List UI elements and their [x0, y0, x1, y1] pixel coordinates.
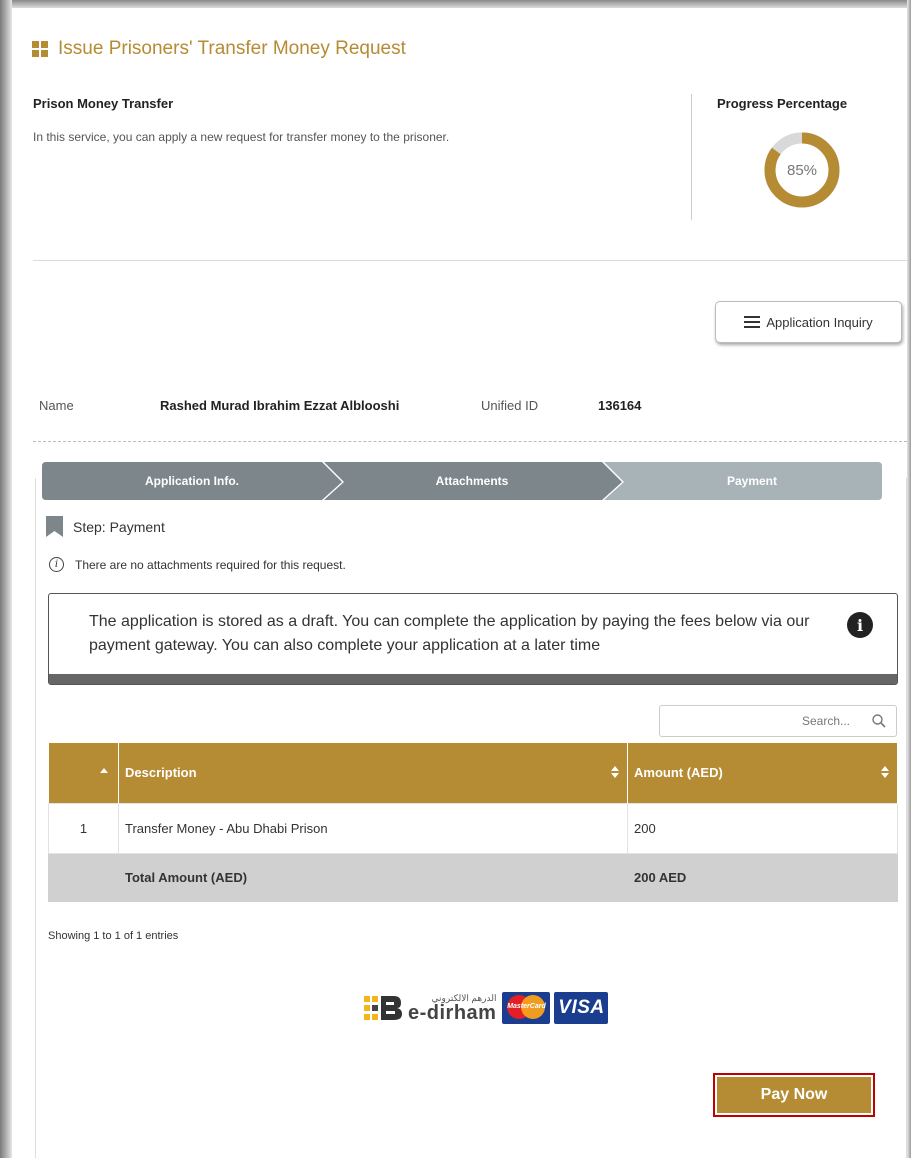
total-spacer — [48, 852, 119, 902]
table-row: 1 Transfer Money - Abu Dhabi Prison 200 — [48, 802, 898, 854]
column-header-description[interactable]: Description — [118, 743, 628, 803]
sort-icon — [611, 766, 619, 778]
application-inquiry-button[interactable]: Application Inquiry — [715, 301, 902, 343]
search-icon[interactable] — [872, 714, 886, 728]
payment-methods: الدرهم الالكتروني e-dirham MasterCard VI… — [364, 992, 609, 1024]
column-header-amount-label: Amount (AED) — [634, 765, 723, 781]
step-label-payment: Payment — [726, 474, 778, 488]
service-name: Prison Money Transfer — [33, 96, 174, 111]
row-index: 1 — [48, 802, 119, 854]
draft-notice-box: The application is stored as a draft. Yo… — [48, 593, 898, 685]
unified-id-label: Unified ID — [481, 398, 539, 413]
total-row: Total Amount (AED) 200 AED — [48, 852, 898, 902]
column-header-amount[interactable]: Amount (AED) — [627, 743, 898, 803]
sort-asc-icon — [100, 768, 108, 773]
window-frame-right — [907, 0, 911, 1158]
progress-divider — [691, 94, 692, 220]
table-info: Showing 1 to 1 of 1 entries — [48, 930, 179, 942]
window-frame-top — [0, 0, 911, 8]
edirham-logo-icon — [364, 996, 402, 1020]
pay-now-highlight: Pay Now — [713, 1073, 875, 1117]
total-value: 200 AED — [627, 852, 898, 902]
info-outline-icon: i — [49, 557, 64, 572]
name-label: Name — [39, 398, 74, 413]
list-icon — [744, 316, 761, 328]
column-header-description-label: Description — [125, 765, 197, 781]
step-title-text: Step: Payment — [73, 518, 165, 535]
table-search — [659, 705, 897, 737]
page-header: Issue Prisoners' Transfer Money Request — [32, 38, 406, 60]
step-label-attachments: Attachments — [435, 474, 509, 488]
progress-label: Progress Percentage — [717, 96, 848, 111]
table-header-row: Description Amount (AED) — [48, 743, 898, 803]
service-description: In this service, you can apply a new req… — [33, 130, 450, 144]
name-value: Rashed Murad Ibrahim Ezzat Alblooshi — [160, 398, 400, 413]
search-input[interactable] — [660, 706, 860, 736]
draft-notice-text: The application is stored as a draft. Yo… — [89, 613, 810, 654]
divider — [33, 260, 907, 261]
page-title: Issue Prisoners' Transfer Money Request — [58, 38, 406, 59]
attachments-notice: i There are no attachments required for … — [49, 557, 346, 572]
attachments-notice-text: There are no attachments required for th… — [75, 557, 346, 572]
progress-value: 85% — [786, 161, 818, 179]
total-label: Total Amount (AED) — [118, 852, 628, 902]
mastercard-icon: MasterCard — [502, 992, 551, 1024]
current-step-title: Step: Payment — [46, 516, 165, 537]
row-amount: 200 — [627, 802, 898, 854]
pay-now-button[interactable]: Pay Now — [717, 1077, 871, 1113]
edirham-english-text: e-dirham — [408, 1001, 497, 1024]
column-header-index[interactable] — [48, 743, 119, 803]
grid-icon — [32, 41, 48, 57]
window-frame-left — [0, 0, 12, 1158]
info-solid-icon: i — [847, 612, 873, 638]
application-inquiry-label: Application Inquiry — [766, 314, 873, 330]
visa-icon: VISA — [554, 992, 609, 1024]
dashed-divider — [33, 441, 907, 442]
row-description: Transfer Money - Abu Dhabi Prison — [118, 802, 628, 854]
page: Issue Prisoners' Transfer Money Request … — [12, 8, 907, 1158]
fees-table: Description Amount (AED) 1 Transfer Mone… — [48, 743, 898, 902]
step-label-application-info: Application Info. — [145, 474, 239, 488]
unified-id-value: 136164 — [598, 398, 642, 413]
edirham-logo: الدرهم الالكتروني e-dirham — [408, 993, 497, 1024]
bookmark-icon — [46, 516, 63, 537]
draft-notice-bar — [49, 674, 897, 684]
sort-icon — [881, 766, 889, 778]
